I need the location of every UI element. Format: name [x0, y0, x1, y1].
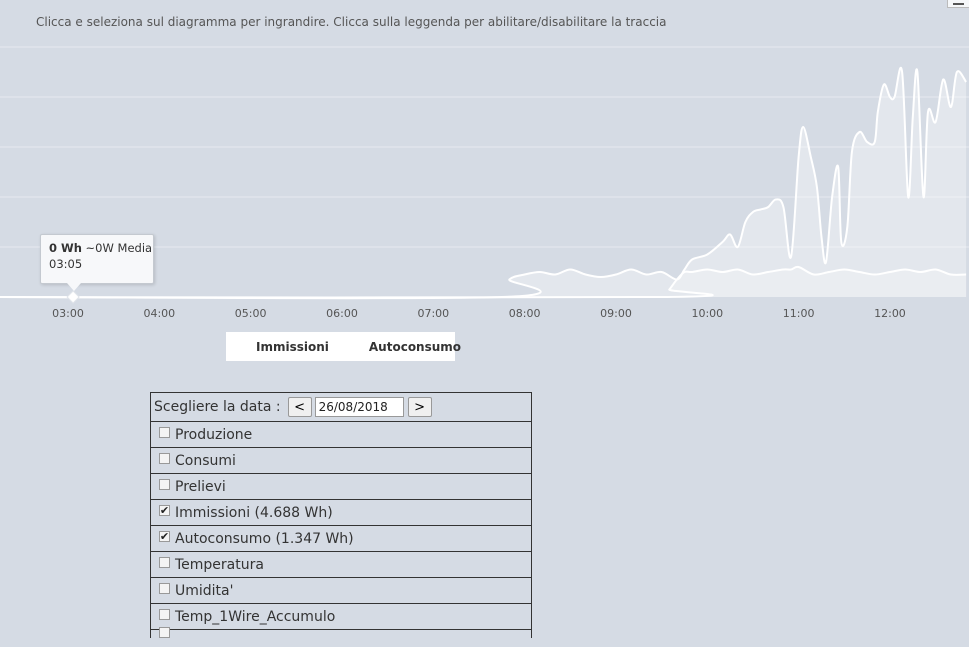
chart-subtitle: Clicca e seleziona sul diagramma per ing…	[36, 15, 667, 29]
option-label: Temp_1Wire_Accumulo	[175, 608, 336, 625]
next-day-button[interactable]: >	[407, 397, 432, 417]
previous-day-button[interactable]: <	[287, 397, 312, 417]
chart-menu-icon[interactable]	[947, 0, 969, 8]
x-axis: 03:00 04:00 05:00 06:00 07:00 08:00 09:00 10:00…	[52, 307, 906, 320]
legend-item-immissioni[interactable]: Immissioni	[256, 340, 329, 354]
checkbox-partial[interactable]	[159, 626, 170, 638]
checkbox-temperatura[interactable]	[159, 557, 170, 568]
option-label: Temperatura	[175, 556, 264, 573]
option-row-prelievi[interactable]: Prelievi	[151, 474, 531, 500]
option-row-umidita[interactable]: Umidita'	[151, 578, 531, 604]
x-tick-label: 07:00	[417, 307, 449, 320]
option-label: Consumi	[175, 452, 236, 469]
option-row-temp-1wire-accumulo[interactable]: Temp_1Wire_Accumulo	[151, 604, 531, 630]
date-input[interactable]	[314, 397, 404, 417]
checkbox-temp-1wire-accumulo[interactable]	[159, 609, 170, 620]
option-row-produzione[interactable]: Produzione	[151, 422, 531, 448]
checkbox-autoconsumo[interactable]: ✔	[159, 531, 170, 542]
tooltip-value: 0 Wh	[49, 241, 82, 255]
option-label: Autoconsumo (1.347 Wh)	[175, 530, 354, 547]
x-tick-label: 10:00	[691, 307, 723, 320]
checkbox-prelievi[interactable]	[159, 479, 170, 490]
x-tick-label: 03:00	[52, 307, 84, 320]
checkbox-consumi[interactable]	[159, 453, 170, 464]
x-tick-label: 12:00	[874, 307, 906, 320]
tooltip-time: 03:05	[49, 257, 83, 271]
option-row-partial	[151, 626, 531, 638]
tooltip-detail: ~0W Media	[85, 241, 153, 255]
checkbox-produzione[interactable]	[159, 427, 170, 438]
option-row-consumi[interactable]: Consumi	[151, 448, 531, 474]
option-label: Produzione	[175, 426, 253, 443]
x-tick-label: 04:00	[143, 307, 175, 320]
x-tick-label: 09:00	[600, 307, 632, 320]
hover-marker	[66, 290, 80, 304]
chart-legend: Immissioni Autoconsumo	[226, 332, 461, 361]
x-tick-label: 06:00	[326, 307, 358, 320]
grid-lines	[0, 46, 969, 248]
x-tick-label: 05:00	[235, 307, 267, 320]
option-label: Prelievi	[175, 478, 226, 495]
option-label: Immissioni (4.688 Wh)	[175, 504, 333, 521]
checkbox-immissioni[interactable]: ✔	[159, 505, 170, 516]
option-row-immissioni[interactable]: ✔ Immissioni (4.688 Wh)	[151, 500, 531, 526]
x-tick-label: 11:00	[783, 307, 815, 320]
x-tick-label: 08:00	[509, 307, 541, 320]
date-label: Scegliere la data :	[154, 399, 281, 415]
date-row: Scegliere la data : < >	[151, 393, 531, 422]
options-panel: Scegliere la data : < > Produzione Consu…	[150, 392, 532, 638]
option-label: Umidita'	[175, 582, 234, 599]
chart-tooltip: 0 Wh ~0W Media 03:05	[40, 234, 154, 291]
option-row-temperatura[interactable]: Temperatura	[151, 552, 531, 578]
checkbox-umidita[interactable]	[159, 583, 170, 594]
option-row-autoconsumo[interactable]: ✔ Autoconsumo (1.347 Wh)	[151, 526, 531, 552]
legend-item-autoconsumo[interactable]: Autoconsumo	[369, 340, 461, 354]
